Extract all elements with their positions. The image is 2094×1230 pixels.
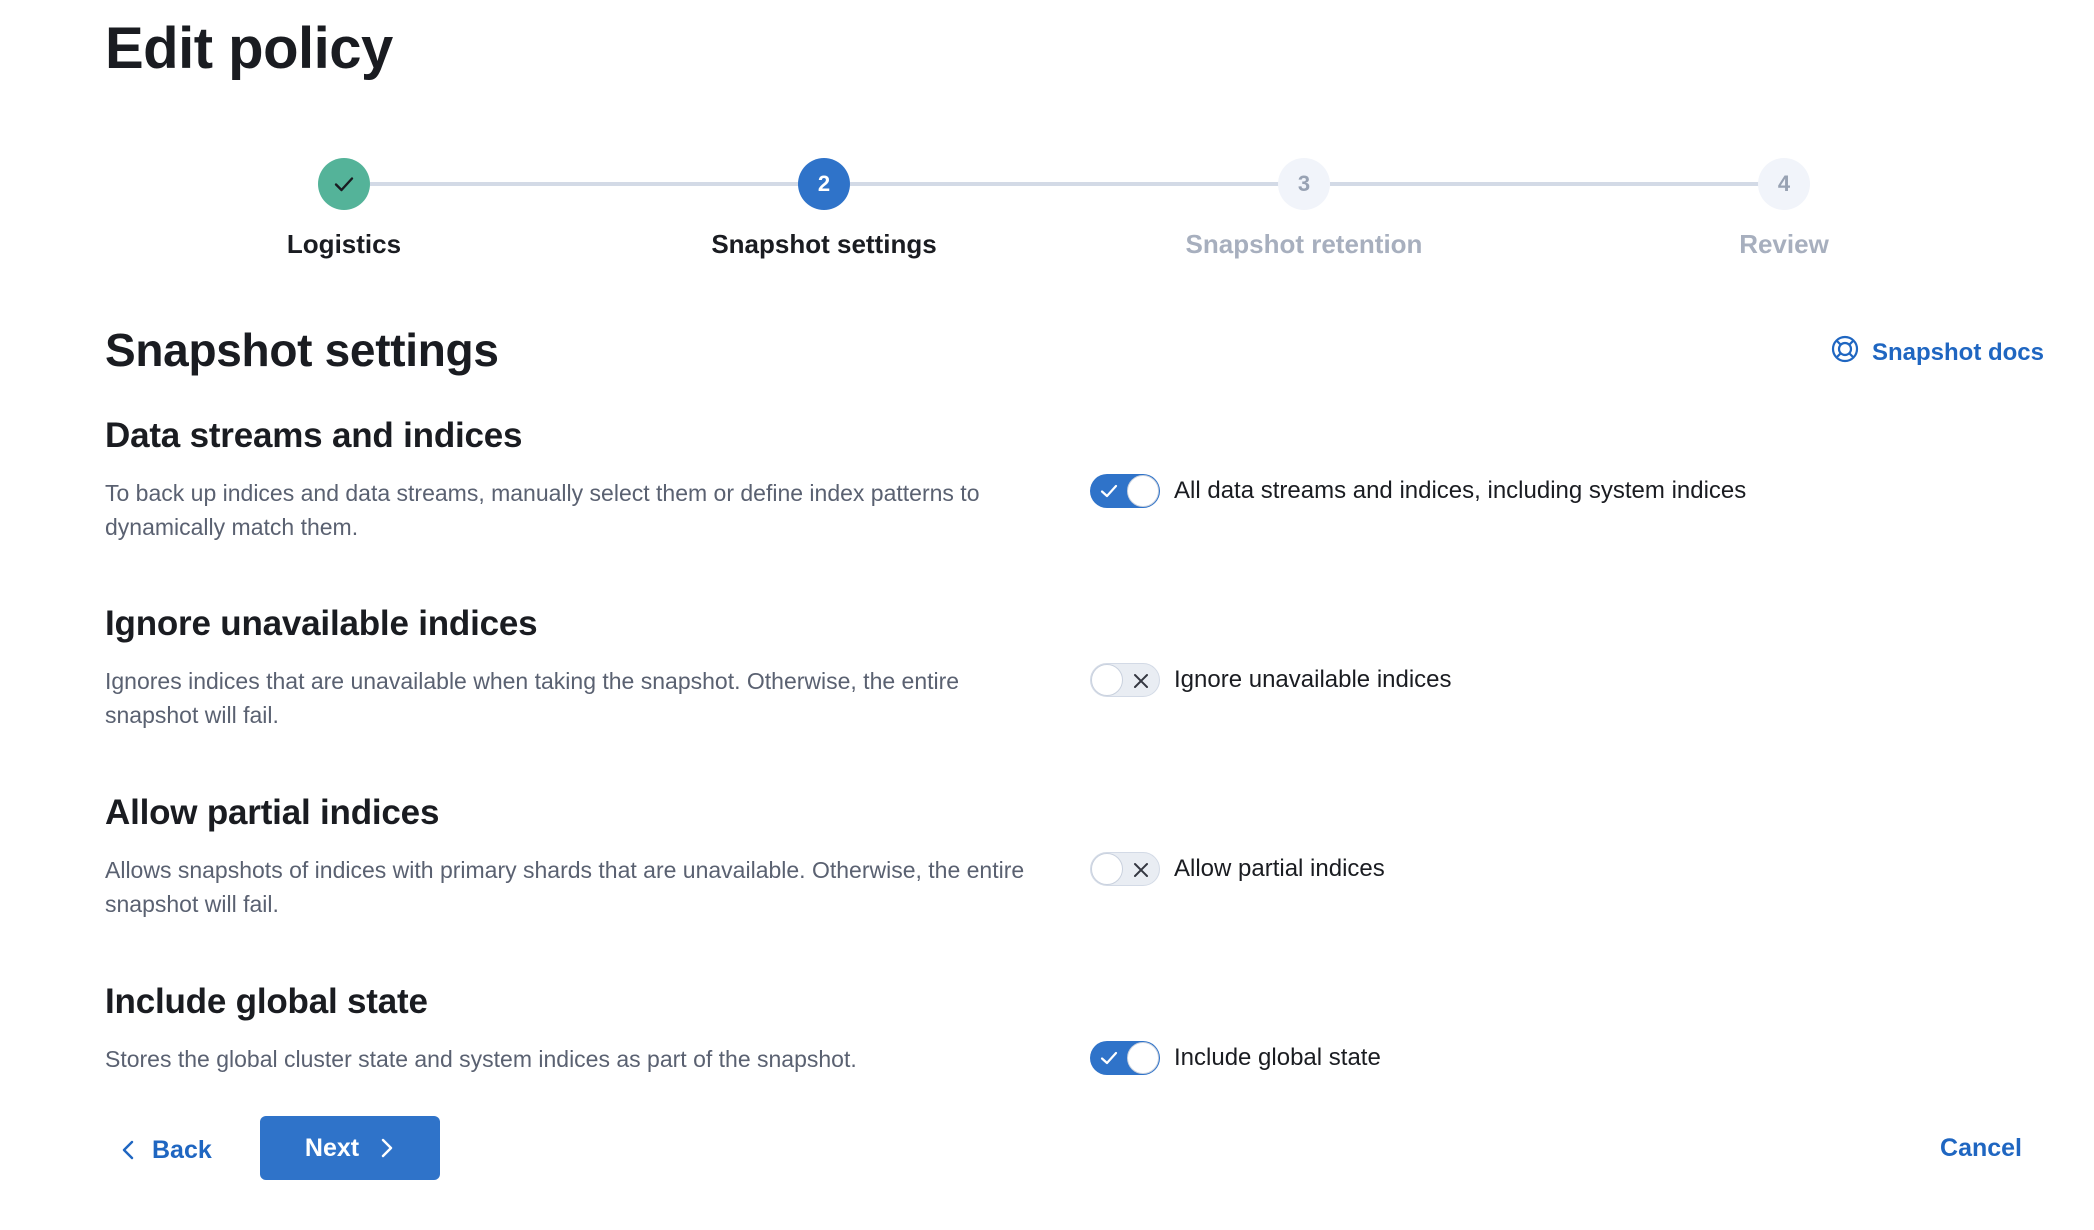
check-icon [1100,484,1118,498]
switch-knob [1127,475,1159,507]
step-complete-check-icon [318,158,370,210]
switch-control[interactable] [1090,663,1160,697]
step-logistics[interactable]: Logistics [104,158,584,260]
setting-title: Allow partial indices [105,793,440,832]
back-button[interactable]: Back [112,1118,220,1182]
switch-knob [1091,664,1123,696]
next-button[interactable]: Next [260,1116,440,1180]
snapshot-docs-label: Snapshot docs [1871,338,2044,366]
close-icon [1134,674,1148,688]
switch-label[interactable]: Allow partial indices [1174,852,1385,886]
ignore-unavailable-switch[interactable]: Ignore unavailable indices [1090,663,1452,697]
step-review[interactable]: 4 Review [1544,158,2024,260]
switch-label[interactable]: Include global state [1174,1041,1381,1075]
setting-description: To back up indices and data streams, man… [105,480,980,540]
snapshot-docs-link[interactable]: Snapshot docs [1830,334,2044,371]
setting-allow-partial-indices: Allow partial indices Allows snapshots o… [105,791,2005,921]
all-indices-switch[interactable]: All data streams and indices, including … [1090,474,1746,508]
setting-include-global-state: Include global state Stores the global c… [105,980,2005,1076]
setting-description: Stores the global cluster state and syst… [105,1046,857,1072]
switch-control[interactable] [1090,852,1160,886]
switch-knob [1127,1042,1159,1074]
step-number: 4 [1758,158,1810,210]
section-title: Snapshot settings [105,324,499,376]
policy-stepper: Logistics 2 Snapshot settings 3 Snapshot… [0,158,2094,268]
step-title: Snapshot retention [1185,229,1423,259]
chevron-right-icon [381,1138,393,1158]
check-icon [1100,1051,1118,1065]
setting-description: Allows snapshots of indices with primary… [105,857,1025,917]
setting-title: Data streams and indices [105,416,523,455]
step-snapshot-settings[interactable]: 2 Snapshot settings [584,158,1064,260]
step-number: 3 [1278,158,1330,210]
allow-partial-switch[interactable]: Allow partial indices [1090,852,1385,886]
include-global-state-switch[interactable]: Include global state [1090,1041,1381,1075]
step-title: Logistics [286,229,402,259]
setting-data-streams-and-indices: Data streams and indices To back up indi… [105,414,2005,544]
help-lifebuoy-icon [1830,334,1860,371]
step-title: Review [1739,229,1829,259]
setting-title: Include global state [105,982,428,1021]
chevron-left-icon [122,1140,134,1160]
switch-label[interactable]: All data streams and indices, including … [1174,474,1746,508]
back-label: Back [152,1135,212,1164]
setting-title: Ignore unavailable indices [105,604,538,643]
edit-policy-page: Edit policy Logistics 2 Snapshot setting… [0,0,2094,1230]
switch-knob [1091,853,1123,885]
page-title: Edit policy [105,16,393,81]
cancel-button[interactable]: Cancel [1940,1134,2022,1163]
step-title: Snapshot settings [711,229,937,259]
step-number: 2 [798,158,850,210]
switch-control[interactable] [1090,474,1160,508]
switch-label[interactable]: Ignore unavailable indices [1174,663,1452,697]
next-label: Next [304,1133,360,1162]
step-snapshot-retention[interactable]: 3 Snapshot retention [1064,158,1544,260]
switch-control[interactable] [1090,1041,1160,1075]
setting-description: Ignores indices that are unavailable whe… [105,668,960,728]
close-icon [1134,863,1148,877]
setting-ignore-unavailable-indices: Ignore unavailable indices Ignores indic… [105,602,2005,732]
